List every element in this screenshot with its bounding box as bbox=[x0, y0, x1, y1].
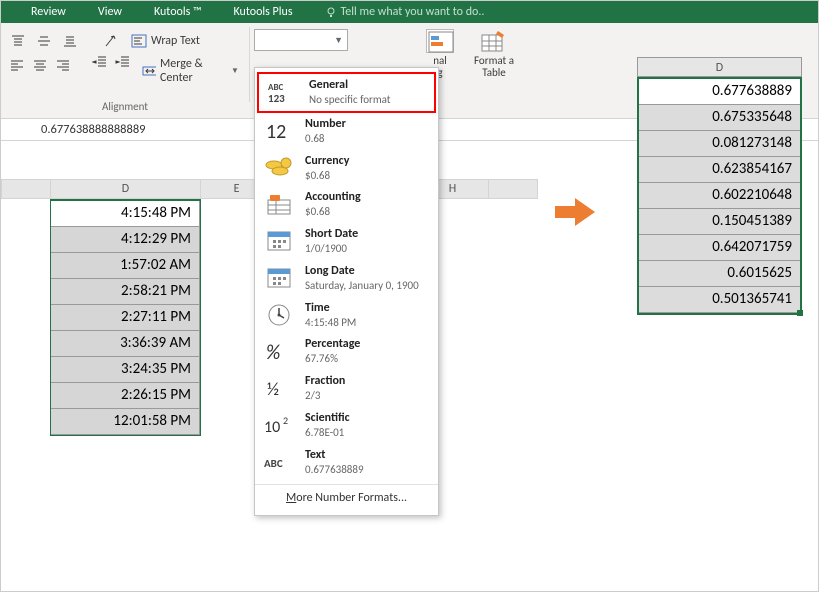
result-cell[interactable]: 0.677638889 bbox=[639, 79, 800, 105]
cell-d6[interactable]: 2:27:11 PM bbox=[51, 305, 200, 331]
tab-review[interactable]: Review bbox=[31, 5, 66, 19]
cell-d2[interactable]: 4:15:48 PM bbox=[51, 201, 200, 227]
format-as-table-icon bbox=[480, 29, 508, 53]
format-as-table-button[interactable]: Format a Table bbox=[470, 29, 518, 79]
more-number-formats[interactable]: More Number Formats... bbox=[255, 484, 438, 511]
svg-text:12: 12 bbox=[266, 120, 286, 144]
percentage-icon: % bbox=[263, 338, 295, 366]
alignment-group: Wrap Text Merge & Center ▼ Alignment bbox=[3, 29, 247, 113]
short-date-icon bbox=[263, 227, 295, 255]
align-center-icon[interactable] bbox=[30, 55, 49, 75]
format-option-short-date[interactable]: Short Date1/0/1900 bbox=[255, 223, 438, 260]
align-top-icon[interactable] bbox=[7, 31, 29, 51]
alignment-group-label: Alignment bbox=[3, 100, 247, 113]
number-format-dropdown: ABC123 GeneralNo specific format 12 Numb… bbox=[254, 67, 439, 516]
column-header-d-right[interactable]: D bbox=[637, 57, 802, 77]
result-cell[interactable]: 0.6015625 bbox=[639, 261, 800, 287]
svg-text:2: 2 bbox=[283, 414, 288, 427]
svg-text:10: 10 bbox=[264, 418, 280, 437]
text-icon: ABC bbox=[263, 448, 295, 476]
time-icon bbox=[263, 301, 295, 329]
format-option-scientific[interactable]: 102 Scientific6.78E-01 bbox=[255, 407, 438, 444]
cell-d8[interactable]: 3:24:35 PM bbox=[51, 357, 200, 383]
svg-text:ABC: ABC bbox=[264, 457, 283, 470]
align-left-icon[interactable] bbox=[7, 55, 26, 75]
merge-center-button[interactable]: Merge & Center ▼ bbox=[138, 55, 243, 87]
tell-me-search[interactable]: Tell me what you want to do.. bbox=[325, 5, 485, 19]
chevron-down-icon: ▼ bbox=[334, 35, 343, 46]
cell-d7[interactable]: 3:36:39 AM bbox=[51, 331, 200, 357]
result-cell[interactable]: 0.602210648 bbox=[639, 183, 800, 209]
chevron-down-icon: ▼ bbox=[231, 66, 239, 76]
align-right-icon[interactable] bbox=[54, 55, 73, 75]
tab-kutools-plus[interactable]: Kutools Plus bbox=[233, 5, 292, 19]
number-icon: 12 bbox=[263, 117, 295, 145]
format-option-percentage[interactable]: % Percentage67.76% bbox=[255, 333, 438, 370]
tab-view[interactable]: View bbox=[98, 5, 122, 19]
format-option-long-date[interactable]: Long DateSaturday, January 0, 1900 bbox=[255, 260, 438, 297]
merge-center-icon bbox=[142, 64, 156, 78]
ribbon-tabs: Review View Kutools ™ Kutools Plus Tell … bbox=[1, 1, 818, 23]
increase-indent-icon[interactable] bbox=[115, 55, 134, 75]
format-option-currency[interactable]: Currency$0.68 bbox=[255, 150, 438, 187]
align-middle-icon[interactable] bbox=[33, 31, 55, 51]
arrow-icon bbox=[553, 194, 597, 230]
conditional-formatting-icon bbox=[426, 29, 454, 53]
cell-d3[interactable]: 4:12:29 PM bbox=[51, 227, 200, 253]
align-bottom-icon[interactable] bbox=[59, 31, 81, 51]
result-cell[interactable]: 0.150451389 bbox=[639, 209, 800, 235]
fraction-icon: ½ bbox=[263, 374, 295, 402]
cell-d9[interactable]: 2:26:15 PM bbox=[51, 383, 200, 409]
long-date-icon bbox=[263, 264, 295, 292]
format-option-fraction[interactable]: ½ Fraction 2/3 bbox=[255, 370, 438, 407]
cell-d4[interactable]: 1:57:02 AM bbox=[51, 253, 200, 279]
format-option-time[interactable]: Time4:15:48 PM bbox=[255, 297, 438, 334]
format-option-number[interactable]: 12 Number0.68 bbox=[255, 113, 438, 150]
cell-d10[interactable]: 12:01:58 PM bbox=[51, 409, 200, 435]
svg-text:%: % bbox=[266, 341, 280, 365]
result-cell[interactable]: 0.642071759 bbox=[639, 235, 800, 261]
fill-handle[interactable] bbox=[797, 310, 803, 316]
scientific-icon: 102 bbox=[263, 411, 295, 439]
currency-icon bbox=[263, 154, 295, 182]
result-cell[interactable]: 0.675335648 bbox=[639, 105, 800, 131]
result-cell[interactable]: 0.623854167 bbox=[639, 157, 800, 183]
result-column: D 0.677638889 0.675335648 0.081273148 0.… bbox=[637, 57, 802, 315]
orientation-icon[interactable] bbox=[101, 31, 123, 51]
formula-bar-value: 0.677638888888889 bbox=[41, 122, 146, 137]
decrease-indent-icon[interactable] bbox=[92, 55, 111, 75]
wrap-text-icon bbox=[131, 34, 147, 48]
svg-text:123: 123 bbox=[268, 92, 285, 104]
format-option-general[interactable]: ABC123 GeneralNo specific format bbox=[257, 72, 436, 113]
svg-text:½: ½ bbox=[267, 378, 279, 400]
tab-kutools[interactable]: Kutools ™ bbox=[154, 5, 202, 19]
general-icon: ABC123 bbox=[267, 78, 299, 106]
result-cell[interactable]: 0.501365741 bbox=[639, 287, 800, 313]
result-cell[interactable]: 0.081273148 bbox=[639, 131, 800, 157]
number-format-selector[interactable]: ▼ bbox=[254, 29, 348, 51]
cell-d5[interactable]: 2:58:21 PM bbox=[51, 279, 200, 305]
wrap-text-button[interactable]: Wrap Text bbox=[127, 31, 204, 51]
accounting-icon bbox=[263, 191, 295, 219]
format-option-text[interactable]: ABC Text0.677638889 bbox=[255, 444, 438, 481]
column-header-d[interactable]: D bbox=[51, 180, 201, 198]
selected-range-left[interactable]: 4:15:48 PM 4:12:29 PM 1:57:02 AM 2:58:21… bbox=[50, 199, 201, 436]
format-option-accounting[interactable]: Accounting $0.68 bbox=[255, 186, 438, 223]
lightbulb-icon bbox=[325, 6, 337, 18]
